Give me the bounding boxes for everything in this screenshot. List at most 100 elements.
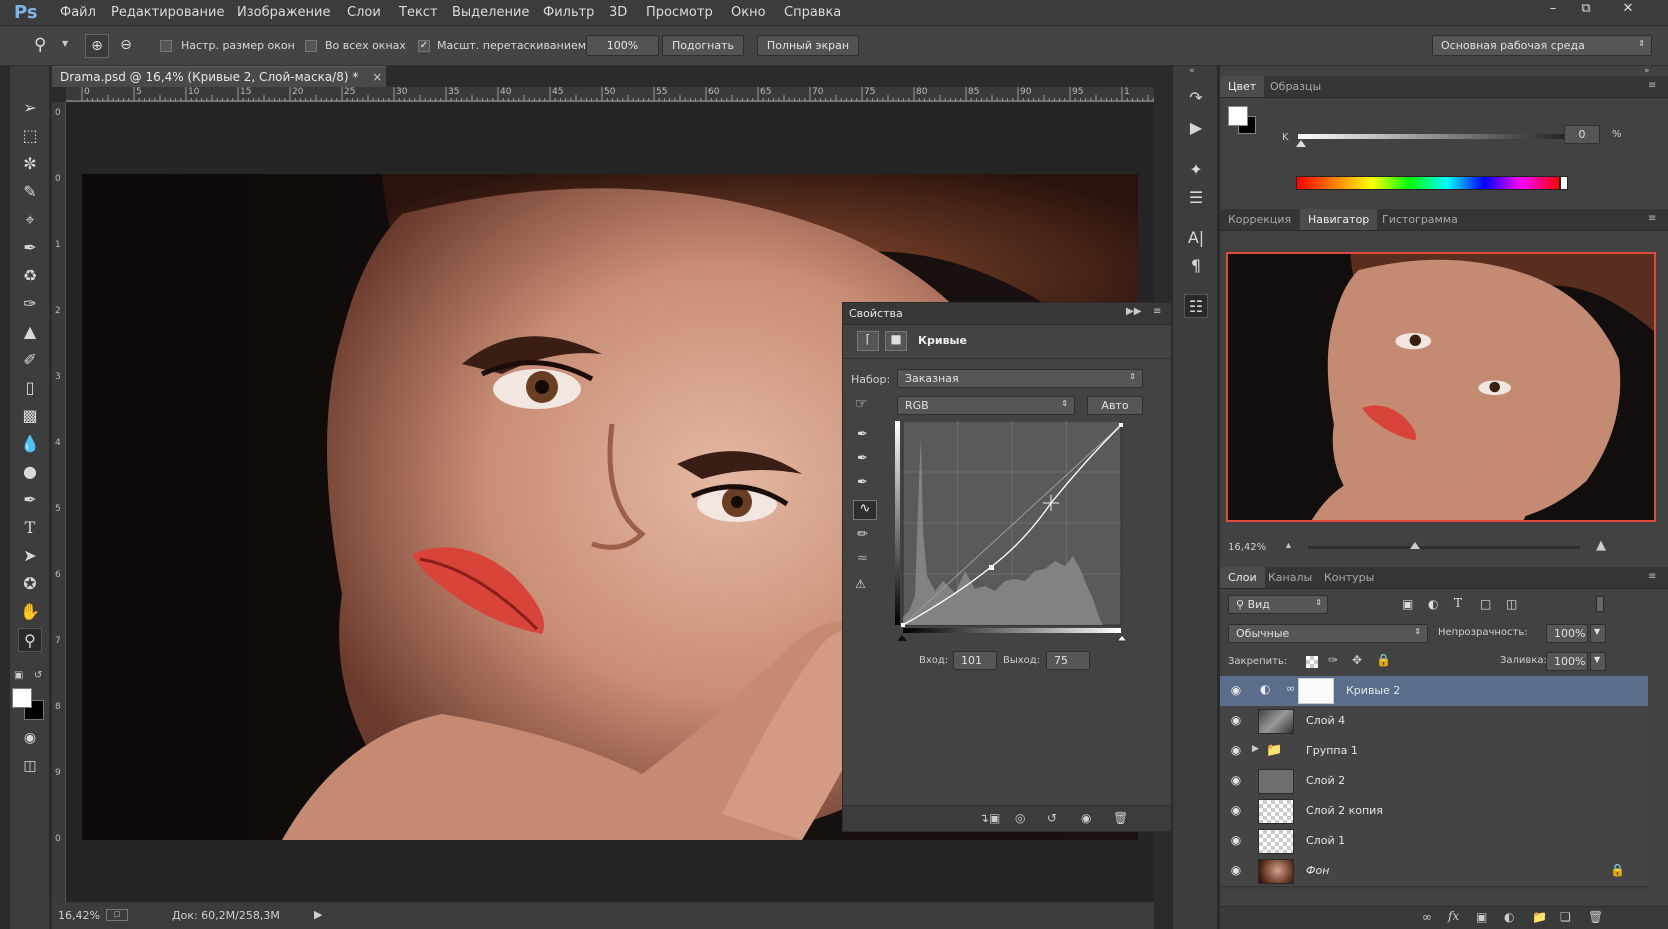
menu-file[interactable]: Файл: [60, 5, 96, 20]
brush-settings-icon[interactable]: ☰: [1184, 186, 1208, 210]
tab-color[interactable]: Цвет: [1220, 76, 1265, 97]
menu-filter[interactable]: Фильтр: [543, 5, 594, 20]
navigator-zoom-thumb[interactable]: [1410, 542, 1420, 549]
layer-row[interactable]: ◉ Слой 2 копия: [1220, 796, 1648, 827]
properties-dock-icon[interactable]: ☷: [1184, 294, 1208, 318]
quick-mask-icon[interactable]: ◉: [18, 726, 42, 750]
zoom-in-icon[interactable]: ⊕: [85, 34, 109, 58]
menu-window[interactable]: Окно: [731, 5, 766, 20]
brush-presets-icon[interactable]: ✦: [1184, 158, 1208, 182]
character-icon[interactable]: A|: [1184, 226, 1208, 250]
default-colors-icon[interactable]: ▣: [14, 670, 23, 681]
zoom-out-icon[interactable]: ⊖: [114, 34, 138, 58]
workspace-select[interactable]: Основная рабочая среда ⇕: [1432, 35, 1652, 56]
layer-name[interactable]: Группа 1: [1306, 744, 1358, 757]
minimize-icon[interactable]: –: [1540, 1, 1566, 17]
collapse-dock-icon[interactable]: «: [1189, 66, 1195, 76]
filter-pixel-icon[interactable]: ▣: [1402, 597, 1413, 611]
on-image-adjust-icon[interactable]: ☞: [855, 396, 879, 416]
actions-play-icon[interactable]: ▶: [1184, 116, 1208, 140]
move-tool-icon[interactable]: ➢: [18, 96, 42, 120]
tab-layers[interactable]: Слои: [1220, 567, 1265, 588]
filter-shape-icon[interactable]: □: [1480, 597, 1491, 611]
fill-dropdown-icon[interactable]: ▼: [1590, 652, 1606, 671]
layer-mask-thumbnail[interactable]: [1298, 678, 1334, 704]
layer-row[interactable]: ◉ ◐ ∞ Кривые 2: [1220, 676, 1648, 707]
tab-swatches[interactable]: Образцы: [1262, 76, 1329, 97]
zoom-in-mountain-icon[interactable]: ▲: [1596, 538, 1606, 553]
new-layer-icon[interactable]: ❏: [1560, 910, 1571, 924]
layer-row[interactable]: ◉ ▶ 📁 Группа 1: [1220, 736, 1648, 767]
navigator-preview[interactable]: [1226, 252, 1656, 522]
panel-menu-icon[interactable]: ≡: [1648, 213, 1656, 224]
navigator-zoom-value[interactable]: 16,42%: [1228, 542, 1266, 553]
lock-pixels-icon[interactable]: ✑: [1328, 653, 1338, 667]
layer-name[interactable]: Слой 2: [1306, 774, 1345, 787]
white-point-eyedropper-icon[interactable]: ✒: [857, 475, 868, 490]
black-input-slider[interactable]: [897, 635, 907, 641]
status-share-icon[interactable]: □: [106, 909, 128, 921]
curve-points-icon[interactable]: ∿: [853, 500, 877, 520]
lock-all-icon[interactable]: 🔒: [1376, 653, 1391, 667]
menu-view[interactable]: Просмотр: [646, 5, 713, 20]
visibility-eye-icon[interactable]: ◉: [1228, 743, 1244, 759]
menu-edit[interactable]: Редактирование: [111, 5, 224, 20]
expand-dock-icon[interactable]: »: [1644, 66, 1650, 76]
dodge-tool-icon[interactable]: ●: [18, 460, 42, 484]
panel-menu-icon[interactable]: ≡: [1648, 571, 1656, 582]
preset-select[interactable]: Заказная ⇕: [897, 369, 1143, 388]
k-slider-thumb[interactable]: [1296, 140, 1306, 147]
visibility-icon[interactable]: ◉: [1081, 811, 1091, 825]
layer-row[interactable]: ◉ Слой 4: [1220, 706, 1648, 737]
eraser-tool-icon[interactable]: ▯: [18, 376, 42, 400]
new-adjustment-icon[interactable]: ◐: [1504, 910, 1514, 924]
menu-help[interactable]: Справка: [784, 5, 841, 20]
layer-name[interactable]: Слой 2 копия: [1306, 804, 1383, 817]
visibility-eye-icon[interactable]: ◉: [1228, 863, 1244, 879]
visibility-eye-icon[interactable]: ◉: [1228, 713, 1244, 729]
blur-tool-icon[interactable]: 💧: [18, 432, 42, 456]
curves-graph[interactable]: [895, 421, 1127, 643]
fx-icon[interactable]: fx: [1448, 909, 1459, 923]
document-tab[interactable]: Drama.psd @ 16,4% (Кривые 2, Слой-маска/…: [52, 66, 386, 87]
auto-button[interactable]: Авто: [1087, 396, 1143, 415]
brush-tool-icon[interactable]: ✑: [18, 292, 42, 316]
smooth-curve-icon[interactable]: ≈: [857, 551, 868, 566]
panel-menu-icon[interactable]: ≡: [1153, 306, 1161, 317]
visibility-eye-icon[interactable]: ◉: [1228, 803, 1244, 819]
channel-select[interactable]: RGB ⇕: [897, 396, 1075, 415]
filter-toggle[interactable]: [1596, 596, 1604, 612]
screen-mode-icon[interactable]: ◫: [18, 754, 42, 778]
path-select-tool-icon[interactable]: ➤: [18, 544, 42, 568]
lock-transparent-icon[interactable]: [1306, 656, 1318, 668]
fit-screen-button[interactable]: Подогнать: [662, 35, 744, 56]
type-tool-icon[interactable]: T: [18, 516, 42, 540]
layer-row[interactable]: ◉ Слой 2: [1220, 766, 1648, 797]
clipping-warning-icon[interactable]: ⚠: [855, 577, 866, 591]
all-windows-checkbox[interactable]: [305, 40, 317, 52]
delete-layer-icon[interactable]: 🗑: [1588, 910, 1603, 924]
layer-name[interactable]: Кривые 2: [1346, 684, 1400, 697]
menu-layers[interactable]: Слои: [347, 5, 381, 20]
collapse-panel-icon[interactable]: ▶▶: [1126, 306, 1141, 317]
black-point-eyedropper-icon[interactable]: ✒: [857, 427, 868, 442]
tool-preset-chevron-icon[interactable]: ▼: [62, 39, 68, 48]
resize-windows-checkbox[interactable]: [160, 40, 172, 52]
curves-adjustment-icon[interactable]: ⌈: [857, 331, 879, 351]
paragraph-icon[interactable]: ¶: [1184, 254, 1208, 278]
color-spectrum-bar[interactable]: [1296, 176, 1560, 190]
filter-adjustment-icon[interactable]: ◐: [1428, 597, 1438, 611]
input-field[interactable]: 101: [953, 651, 997, 670]
new-group-icon[interactable]: 📁: [1532, 910, 1547, 924]
trash-icon[interactable]: 🗑: [1113, 811, 1128, 825]
status-menu-arrow-icon[interactable]: ▶: [314, 908, 322, 921]
pen-tool-icon[interactable]: ✒: [18, 488, 42, 512]
layer-row[interactable]: ◉ Фон 🔒: [1220, 856, 1648, 887]
clone-stamp-tool-icon[interactable]: ▲: [18, 320, 42, 344]
history-icon[interactable]: ↷: [1184, 86, 1208, 110]
white-swatch[interactable]: [1560, 176, 1568, 190]
tab-navigator[interactable]: Навигатор: [1300, 209, 1378, 230]
expand-group-icon[interactable]: ▶: [1252, 744, 1259, 754]
scrubby-zoom-checkbox[interactable]: ✓: [418, 40, 430, 52]
menu-3d[interactable]: 3D: [609, 5, 627, 20]
